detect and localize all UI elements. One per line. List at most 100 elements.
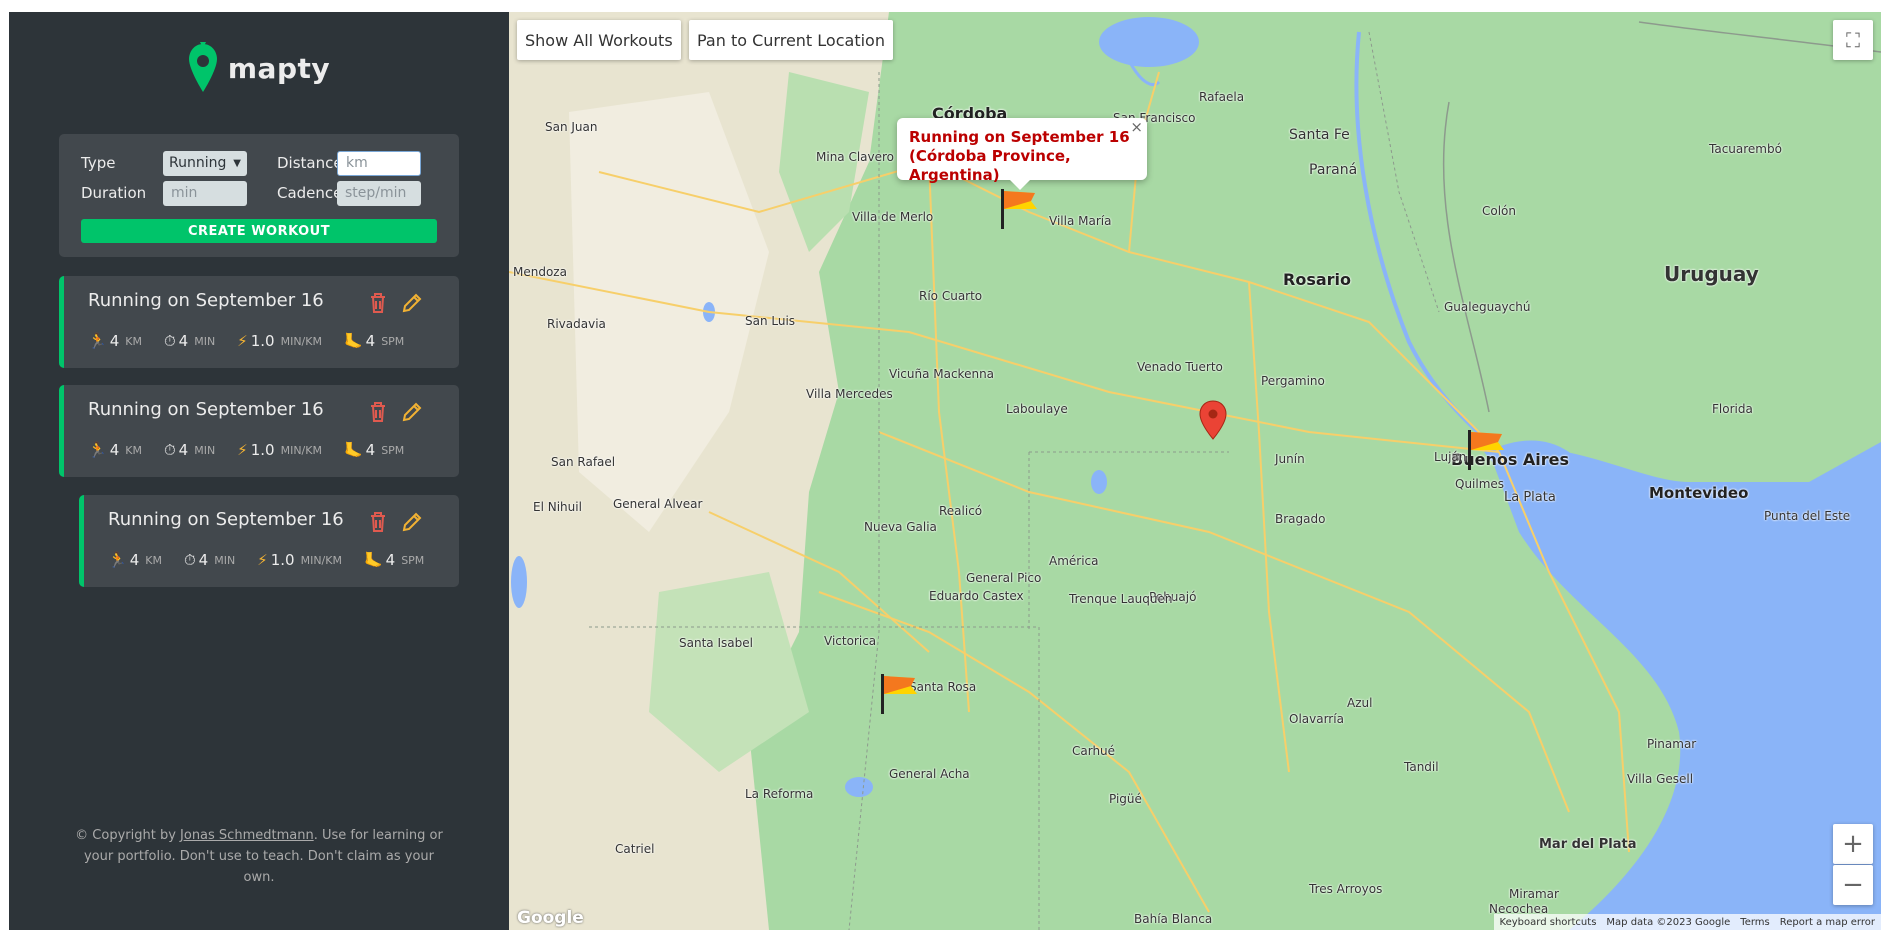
pan-to-current-location-button[interactable]: Pan to Current Location (689, 20, 893, 60)
workout-flag-marker[interactable] (1466, 428, 1506, 470)
pace-value: 1.0 (250, 332, 275, 350)
place-label: Mina Clavero (816, 150, 895, 164)
place-label: Mendoza (513, 265, 567, 279)
map-background (509, 12, 1881, 930)
show-all-workouts-button[interactable]: Show All Workouts (517, 20, 681, 60)
pace-unit: MIN/KM (300, 553, 342, 567)
cadence-unit: SPM (381, 334, 405, 348)
workout-form: Type Running ▼ Distance km Duration min … (59, 134, 459, 257)
duration-stat: ⏱ 4 MIN (164, 441, 215, 459)
cadence-label: Cadence (277, 184, 343, 202)
runner-icon: 🏃 (88, 332, 107, 350)
author-link[interactable]: Jonas Schmedtmann (180, 828, 314, 843)
cadence-value: 4 (385, 551, 396, 569)
cadence-value: 4 (365, 332, 376, 350)
popup-close-button[interactable]: × (1130, 118, 1143, 137)
trash-icon[interactable] (369, 292, 387, 314)
duration-unit: MIN (194, 443, 216, 457)
place-label: Colón (1482, 204, 1517, 218)
edit-pencil-icon[interactable] (401, 511, 423, 533)
lightning-icon: ⚡ (237, 441, 248, 459)
map[interactable]: Show All Workouts Pan to Current Locatio… (509, 12, 1881, 930)
keyboard-shortcuts-link[interactable]: Keyboard shortcuts (1500, 917, 1597, 928)
workout-stats: 🏃 4 KM ⏱ 4 MIN ⚡ 1.0 MIN/KM 🦶 4 SPM (108, 551, 446, 569)
place-label: Santa Rosa (909, 680, 977, 694)
popup-location: (Córdoba Province, Argentina) (909, 147, 1071, 184)
place-label: Realicó (939, 504, 983, 518)
edit-pencil-icon[interactable] (401, 401, 423, 423)
place-label: Villa Gesell (1627, 772, 1694, 786)
place-label: La Reforma (745, 787, 814, 801)
workout-card[interactable]: Running on September 16 🏃 4 KM ⏱ 4 MIN ⚡ 1.0 M… (79, 495, 459, 587)
create-workout-button[interactable]: CREATE WORKOUT (81, 219, 437, 243)
workout-flag-marker[interactable] (999, 187, 1039, 229)
current-location-pin-icon[interactable] (1199, 400, 1227, 440)
place-label: General Acha (889, 767, 970, 781)
place-label: Azul (1347, 696, 1373, 710)
footprint-icon: 🦶 (363, 551, 383, 569)
place-label: Quilmes (1455, 477, 1505, 491)
pace-unit: MIN/KM (280, 443, 322, 457)
stopwatch-icon: ⏱ (163, 332, 176, 350)
type-select[interactable]: Running ▼ (163, 150, 247, 176)
duration-value: 4 (178, 441, 189, 459)
duration-label: Duration (81, 184, 147, 202)
place-label: Venado Tuerto (1137, 360, 1223, 374)
brand-name: mapty (227, 51, 331, 85)
place-label: Pigüé (1109, 792, 1142, 806)
place-label: San Juan (545, 120, 598, 134)
place-label: San Luis (745, 314, 796, 328)
place-label: Rivadavia (547, 317, 606, 331)
pace-value: 1.0 (270, 551, 295, 569)
report-error-link[interactable]: Report a map error (1780, 917, 1875, 928)
place-label: Vicuña Mackenna (889, 367, 995, 381)
sidebar: mapty Type Running ▼ Distance km Duratio… (9, 12, 509, 930)
cadence-stat: 🦶 4 SPM (364, 551, 424, 569)
place-label: Gualeguaychú (1444, 300, 1531, 314)
copyright: © Copyright by Jonas Schmedtmann. Use fo… (9, 825, 509, 888)
cadence-input[interactable]: step/min (337, 180, 421, 206)
pace-stat: ⚡ 1.0 MIN/KM (237, 441, 322, 459)
place-label: Mar del Plata (1539, 837, 1637, 852)
cadence-value: 4 (365, 441, 376, 459)
map-pin-logo-icon (188, 42, 217, 92)
cadence-unit: SPM (401, 553, 425, 567)
place-label: General Alvear (613, 497, 703, 511)
place-label: Pergamino (1261, 374, 1325, 388)
place-label: Villa Mercedes (806, 387, 893, 401)
edit-pencil-icon[interactable] (401, 292, 423, 314)
zoom-out-button[interactable]: − (1833, 865, 1873, 905)
runner-icon: 🏃 (88, 441, 107, 459)
stopwatch-icon: ⏱ (183, 551, 196, 569)
fullscreen-button[interactable]: ⛶ (1833, 20, 1873, 60)
place-label: Uruguay (1664, 262, 1759, 286)
place-label: Rosario (1283, 270, 1351, 289)
duration-input[interactable]: min (163, 180, 247, 206)
workout-card[interactable]: Running on September 16 🏃 4 KM ⏱ 4 MIN ⚡ 1.0 M… (59, 385, 459, 477)
place-label: Bragado (1275, 512, 1326, 526)
trash-icon[interactable] (369, 511, 387, 533)
map-footer: Keyboard shortcuts Map data ©2023 Google… (1493, 914, 1881, 930)
trash-icon[interactable] (369, 401, 387, 423)
place-label: Trenque Lauquen (1069, 592, 1173, 606)
place-label: Florida (1712, 402, 1753, 416)
distance-input[interactable]: km (337, 150, 421, 176)
distance-value: 4 (129, 551, 140, 569)
workout-flag-marker[interactable] (879, 672, 919, 714)
cadence-stat: 🦶 4 SPM (344, 332, 404, 350)
workout-card[interactable]: Running on September 16 🏃 4 KM ⏱ 4 MIN ⚡ 1.0 M… (59, 276, 459, 368)
place-label: Santa Isabel (679, 636, 753, 650)
duration-unit: MIN (214, 553, 236, 567)
workout-actions (369, 292, 423, 314)
app-root: mapty Type Running ▼ Distance km Duratio… (9, 12, 1881, 930)
place-label: Nueva Galia (864, 520, 937, 534)
zoom-in-button[interactable]: + (1833, 824, 1873, 864)
lightning-icon: ⚡ (257, 551, 268, 569)
cadence-stat: 🦶 4 SPM (344, 441, 404, 459)
distance-stat: 🏃 4 KM (108, 551, 162, 569)
terms-link[interactable]: Terms (1740, 917, 1769, 928)
footprint-icon: 🦶 (343, 332, 363, 350)
duration-unit: MIN (194, 334, 216, 348)
workout-stats: 🏃 4 KM ⏱ 4 MIN ⚡ 1.0 MIN/KM 🦶 4 SPM (88, 441, 426, 459)
place-label: Catriel (615, 842, 655, 856)
